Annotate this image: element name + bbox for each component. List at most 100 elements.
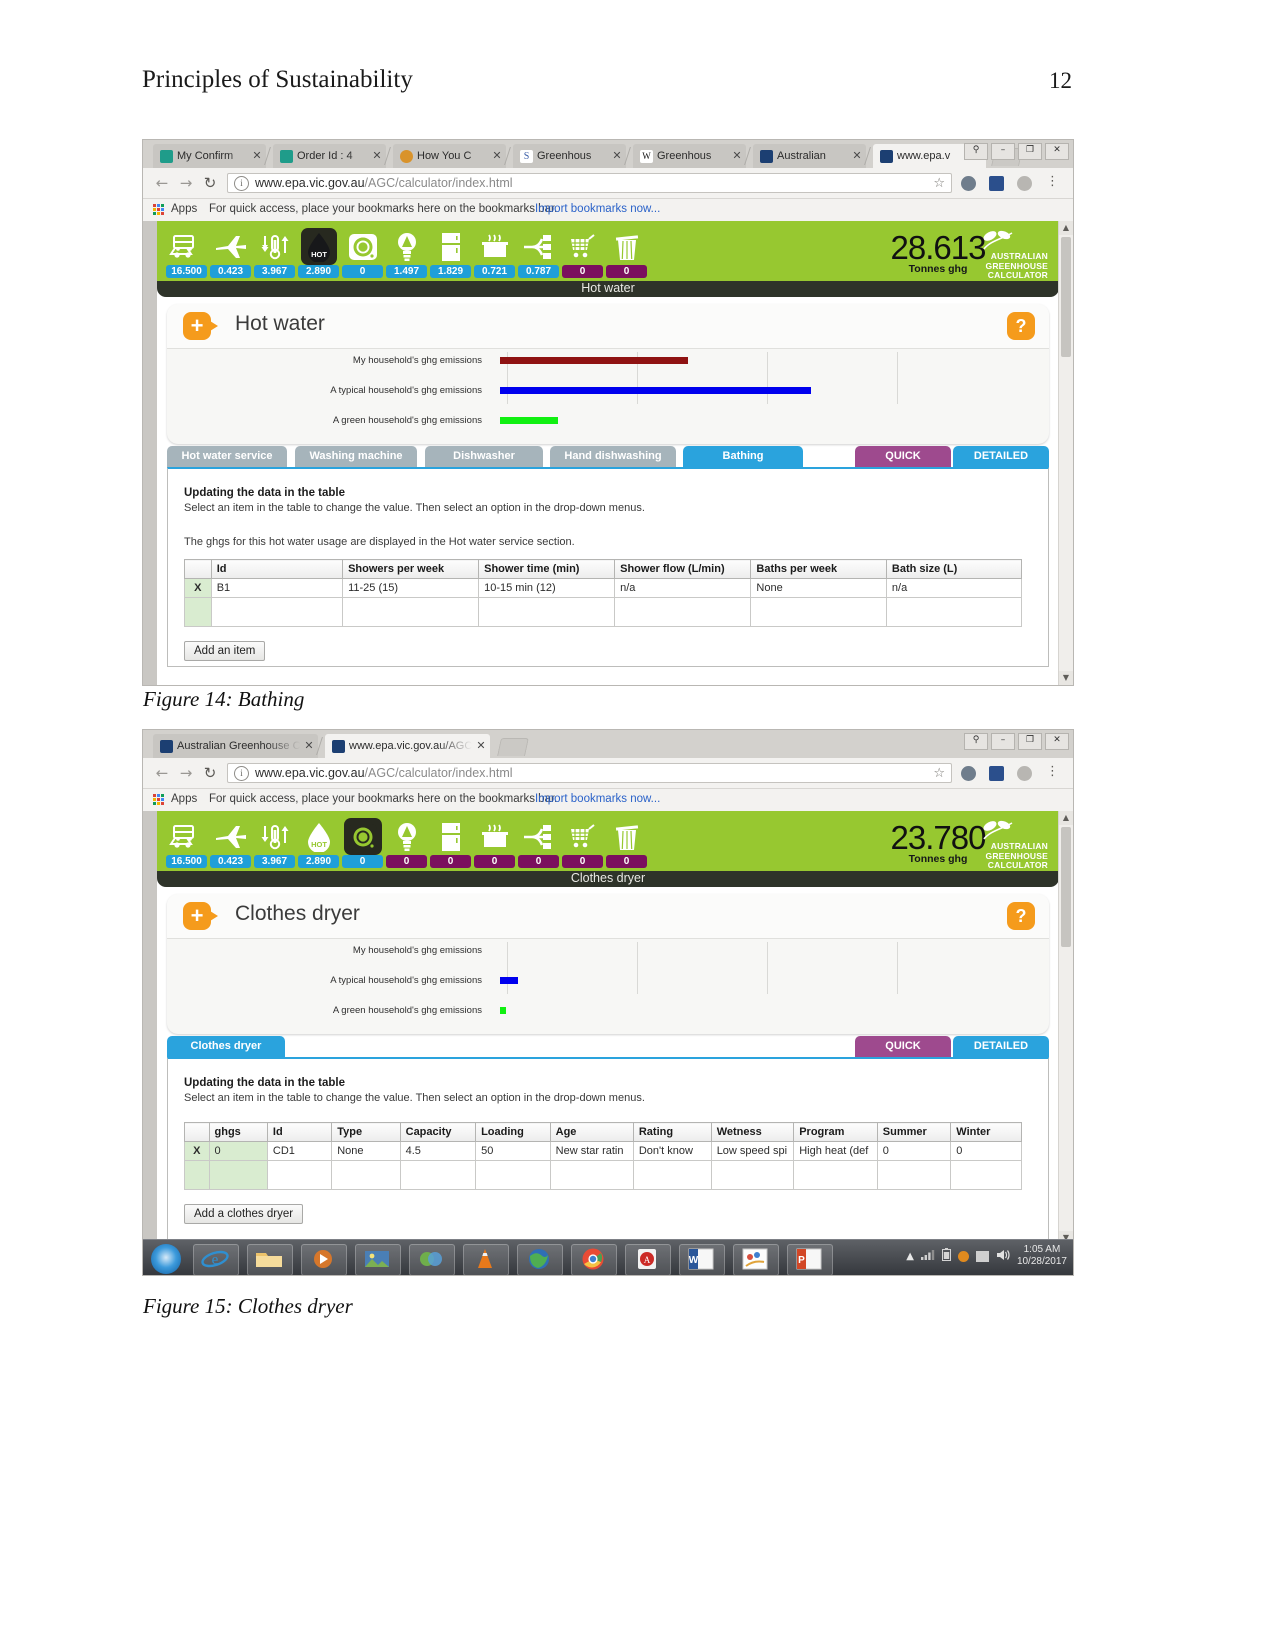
calculator-icon-shopping[interactable]: 0 bbox=[562, 228, 603, 278]
browser-tab-4[interactable]: W Greenhous ✕ bbox=[633, 144, 746, 168]
address-bar[interactable]: i www.epa.vic.gov.au/AGC/calculator/inde… bbox=[227, 763, 952, 783]
minimize-button[interactable]: – bbox=[991, 733, 1015, 750]
calculator-icon-waste[interactable]: 0 bbox=[606, 818, 647, 868]
user-profile-icon[interactable]: ⚲ bbox=[964, 143, 988, 160]
cell-empty[interactable] bbox=[614, 597, 752, 627]
cell-empty[interactable] bbox=[331, 1160, 401, 1190]
cell-empty[interactable] bbox=[210, 597, 344, 627]
browser-tab-0[interactable]: Australian Greenhouse C ✕ bbox=[153, 734, 318, 758]
tab-detailed[interactable]: DETAILED bbox=[953, 1036, 1049, 1057]
browser-tab-1-active[interactable]: www.epa.vic.gov.au/AGC ✕ bbox=[325, 734, 490, 758]
calculator-icon-flights[interactable]: 0.423 bbox=[210, 818, 251, 868]
calculator-icon-transport[interactable]: 16.500 bbox=[166, 818, 207, 868]
show-hidden-icon[interactable]: ▲ bbox=[906, 1251, 914, 1262]
cell-capacity[interactable]: 4.5 bbox=[399, 1141, 477, 1161]
taskbar-clock[interactable]: 1:05 AM 10/28/2017 bbox=[1017, 1244, 1067, 1268]
table-row[interactable]: X B1 11-25 (15) 10-15 min (12) n/a None … bbox=[184, 578, 1023, 598]
forward-button[interactable]: → bbox=[177, 174, 195, 192]
browser-tab-2[interactable]: How You C ✕ bbox=[393, 144, 506, 168]
cell-type[interactable]: None bbox=[331, 1141, 401, 1161]
user-profile-icon[interactable]: ⚲ bbox=[964, 733, 988, 750]
maximize-button[interactable]: ❐ bbox=[1018, 733, 1042, 750]
page-scrollbar[interactable]: ▲ ▼ bbox=[1058, 221, 1073, 685]
scroll-up-arrow[interactable]: ▲ bbox=[1059, 221, 1073, 235]
tab-hot-water-service[interactable]: Hot water service bbox=[167, 446, 287, 467]
browser-menu-icon[interactable]: ⋮ bbox=[1046, 174, 1059, 189]
address-bar[interactable]: i www.epa.vic.gov.au/AGC/calculator/inde… bbox=[227, 173, 952, 193]
cell-empty[interactable] bbox=[750, 597, 887, 627]
calculator-icon-lighting[interactable]: 0 bbox=[386, 818, 427, 868]
browser-tab-5[interactable]: Australian ✕ bbox=[753, 144, 866, 168]
cell-empty[interactable] bbox=[478, 597, 616, 627]
help-button[interactable]: ? bbox=[1007, 902, 1035, 930]
cell-empty[interactable] bbox=[876, 1160, 952, 1190]
page-scrollbar[interactable]: ▲ ▼ bbox=[1058, 811, 1073, 1275]
table-row[interactable]: X 0 CD1 None 4.5 50 New star ratin Don't… bbox=[184, 1141, 1022, 1161]
apps-label[interactable]: Apps bbox=[171, 203, 197, 215]
cell-summer[interactable]: 0 bbox=[876, 1141, 952, 1161]
calculator-icon-heating-cooling[interactable]: 3.967 bbox=[254, 818, 295, 868]
tab-washing-machine[interactable]: Washing machine bbox=[295, 446, 417, 467]
signal-icon[interactable] bbox=[920, 1249, 935, 1263]
close-window-button[interactable]: ✕ bbox=[1045, 733, 1069, 750]
cell-empty[interactable] bbox=[950, 1160, 1022, 1190]
maximize-button[interactable]: ❐ bbox=[1018, 143, 1042, 160]
browser-tab-3[interactable]: S Greenhous ✕ bbox=[513, 144, 626, 168]
calculator-icon-flights[interactable]: 0.423 bbox=[210, 228, 251, 278]
tab-detailed[interactable]: DETAILED bbox=[953, 446, 1049, 467]
cell-empty[interactable] bbox=[793, 1160, 878, 1190]
extension-icon-1[interactable] bbox=[961, 176, 976, 191]
cell-empty[interactable] bbox=[632, 1160, 712, 1190]
cell-empty[interactable] bbox=[399, 1160, 477, 1190]
cell-empty[interactable] bbox=[266, 1160, 333, 1190]
scroll-up-arrow[interactable]: ▲ bbox=[1059, 811, 1073, 825]
cell-baths-per-week[interactable]: None bbox=[750, 578, 887, 598]
scroll-thumb[interactable] bbox=[1061, 237, 1071, 357]
forward-button[interactable]: → bbox=[177, 764, 195, 782]
cell-shower-flow[interactable]: n/a bbox=[614, 578, 752, 598]
cell-empty[interactable] bbox=[885, 597, 1023, 627]
cell-empty[interactable] bbox=[549, 1160, 634, 1190]
cell-rating[interactable]: Don't know bbox=[632, 1141, 712, 1161]
bookmark-star-icon[interactable]: ☆ bbox=[933, 176, 945, 191]
extension-icon-2[interactable] bbox=[989, 176, 1004, 191]
extension-icon-1[interactable] bbox=[961, 766, 976, 781]
extension-icon-3[interactable] bbox=[1017, 176, 1032, 191]
bathing-table[interactable]: Id Showers per week Shower time (min) Sh… bbox=[184, 559, 1023, 627]
calculator-icon-heating-cooling[interactable]: 3.967 bbox=[254, 228, 295, 278]
minimize-button[interactable]: – bbox=[991, 143, 1015, 160]
calculator-icon-appliances[interactable]: 0 bbox=[518, 818, 559, 868]
reload-button[interactable]: ↻ bbox=[201, 764, 219, 782]
clothes-dryer-table[interactable]: ghgs Id Type Capacity Loading Age Rating… bbox=[184, 1122, 1022, 1190]
reload-button[interactable]: ↻ bbox=[201, 174, 219, 192]
cell-showers-per-week[interactable]: 11-25 (15) bbox=[342, 578, 480, 598]
apps-label[interactable]: Apps bbox=[171, 793, 197, 805]
browser-menu-icon[interactable]: ⋮ bbox=[1046, 764, 1059, 779]
action-center-icon[interactable] bbox=[975, 1250, 989, 1262]
tab-clothes-dryer[interactable]: Clothes dryer bbox=[167, 1036, 285, 1057]
close-icon[interactable]: ✕ bbox=[492, 151, 502, 162]
cell-program[interactable]: High heat (def bbox=[793, 1141, 878, 1161]
scroll-down-arrow[interactable]: ▼ bbox=[1059, 671, 1073, 685]
cell-wetness[interactable]: Low speed spi bbox=[710, 1141, 795, 1161]
cell-bath-size[interactable]: n/a bbox=[885, 578, 1023, 598]
tab-bathing[interactable]: Bathing bbox=[683, 446, 803, 467]
calculator-icon-cooking[interactable]: 0.721 bbox=[474, 228, 515, 278]
calculator-icon-shopping[interactable]: 0 bbox=[562, 818, 603, 868]
cell-empty[interactable] bbox=[342, 597, 480, 627]
add-item-button[interactable]: Add an item bbox=[184, 641, 266, 661]
calculator-icon-refrigeration[interactable]: 1.829 bbox=[430, 228, 471, 278]
calculator-icon-waste[interactable]: 0 bbox=[606, 228, 647, 278]
calculator-icon-lighting[interactable]: 1.497 bbox=[386, 228, 427, 278]
apps-grid-icon[interactable] bbox=[153, 794, 164, 805]
back-button[interactable]: ← bbox=[153, 764, 171, 782]
calculator-icon-washing[interactable]: 0 bbox=[342, 228, 383, 278]
row-delete-button[interactable]: X bbox=[184, 578, 212, 598]
tab-dishwasher[interactable]: Dishwasher bbox=[425, 446, 543, 467]
close-icon[interactable]: ✕ bbox=[852, 151, 862, 162]
back-button[interactable]: ← bbox=[153, 174, 171, 192]
browser-tab-1[interactable]: Order Id : 4 ✕ bbox=[273, 144, 386, 168]
help-button[interactable]: ? bbox=[1007, 312, 1035, 340]
calculator-icon-hot-water[interactable]: HOT 2.890 bbox=[298, 818, 339, 868]
table-row-empty[interactable] bbox=[184, 597, 1023, 627]
